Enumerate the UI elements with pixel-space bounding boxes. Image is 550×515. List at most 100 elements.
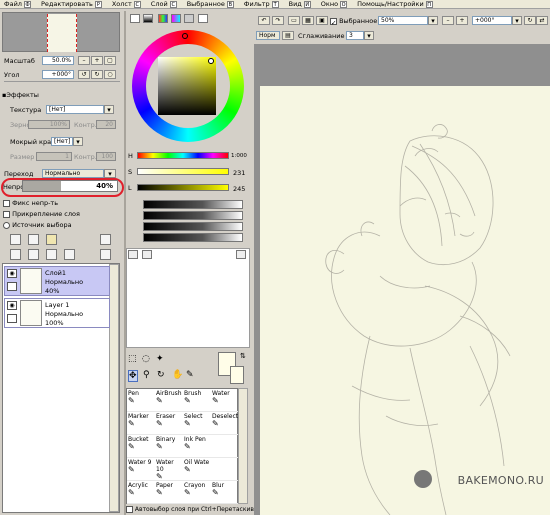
undo-button[interactable]: ↶ (258, 16, 270, 25)
canvas-zoom-out-button[interactable]: – (442, 16, 454, 25)
zoom-reset-button[interactable]: ▢ (104, 56, 116, 65)
swatch-add-icon[interactable] (128, 250, 138, 259)
value-slider[interactable] (137, 184, 229, 191)
menu-item[interactable]: Вид И (285, 0, 317, 8)
tool-slot[interactable]: Acrylic ✎ (127, 481, 155, 504)
saturation-slider[interactable] (137, 168, 229, 175)
size-slider[interactable]: 1 (36, 152, 72, 161)
preserve-opacity-row[interactable]: Фикс непр-ть (3, 199, 58, 207)
grain-slider[interactable]: 100% (28, 120, 70, 129)
mix-bar-4[interactable] (143, 233, 243, 242)
layer-mask-icon[interactable] (100, 234, 111, 245)
menu-item[interactable]: Фильтр Т (240, 0, 285, 8)
auto-select-checkbox[interactable] (126, 506, 133, 513)
merge-down-icon[interactable] (28, 249, 39, 260)
layer-settings-icon[interactable] (100, 249, 111, 260)
tool-slot[interactable]: Paper ✎ (155, 481, 183, 504)
tool-slot[interactable] (211, 458, 239, 481)
tool-slot[interactable]: Water ✎ (211, 389, 239, 412)
menu-item[interactable]: Слой С (147, 0, 183, 8)
stabilizer-mode-field[interactable]: Норм (256, 31, 280, 40)
menu-item[interactable]: Помощь/Настройки П (353, 0, 439, 8)
texture-select[interactable]: [Нет] (46, 105, 104, 114)
eye-icon[interactable]: ◉ (7, 301, 17, 310)
tool-slot[interactable]: Water 9 ✎ (127, 458, 155, 481)
new-folder-icon[interactable] (46, 234, 57, 245)
zoom-field[interactable]: 50.0% (42, 56, 74, 65)
canvas-angle-dropdown[interactable] (512, 16, 522, 25)
lock-icon[interactable] (7, 314, 17, 323)
mix-bar-2[interactable] (143, 211, 243, 220)
rgb-slider-mode-icon[interactable] (143, 14, 153, 23)
canvas-flip-button[interactable]: ⇄ (536, 16, 548, 25)
auto-select-row[interactable]: Автовыбор слоя при Ctrl+Перетаскивании (126, 506, 269, 513)
contrast-slider[interactable]: 20 (96, 120, 116, 129)
saturation-value-square[interactable] (158, 57, 216, 115)
swap-colors-icon[interactable]: ⇅ (240, 352, 246, 360)
angle-field[interactable]: +000° (42, 70, 74, 79)
canvas-rotate-button[interactable]: ↻ (524, 16, 536, 25)
secondary-color-swatch[interactable] (230, 366, 244, 384)
tool-slot[interactable]: Bucket ✎ (127, 435, 155, 458)
eye-icon[interactable]: ◉ (7, 269, 17, 278)
lasso-icon[interactable]: ◌ (142, 354, 150, 364)
layer-row[interactable]: ◉ Layer 1 Нормально 100% (4, 298, 110, 328)
smoothing-dropdown[interactable] (364, 31, 374, 40)
tool-slot[interactable]: Ink Pen ✎ (183, 435, 211, 458)
zoom-out-button[interactable]: – (78, 56, 90, 65)
angle-reset-button[interactable]: ○ (104, 70, 116, 79)
new-linework-layer-icon[interactable] (28, 234, 39, 245)
palette-mode-icon[interactable] (171, 14, 181, 23)
hue-picker-handle[interactable] (182, 33, 188, 39)
menu-item[interactable]: Окно О (317, 0, 353, 8)
contrast2-slider[interactable]: 100 (96, 152, 116, 161)
show-selection-checkbox[interactable]: ✓ (330, 17, 337, 27)
deselect-button[interactable]: ▭ (288, 16, 300, 25)
lock-icon[interactable] (7, 282, 17, 291)
hsv-slider-mode-icon[interactable] (158, 14, 168, 23)
texture-dropdown-button[interactable] (104, 105, 114, 114)
menu-item[interactable]: Редактировать Р (37, 0, 108, 8)
navigator-preview[interactable] (2, 12, 120, 52)
canvas-zoom-field[interactable]: 50% (378, 16, 428, 25)
crop-button[interactable]: ▦ (302, 16, 314, 25)
move-icon[interactable]: ✥ (128, 370, 138, 382)
menu-item[interactable]: Выбранное В (183, 0, 240, 8)
new-layer-icon[interactable] (10, 234, 21, 245)
rotate-icon[interactable]: ↻ (157, 370, 165, 380)
menu-item[interactable]: Файл Ф (0, 0, 37, 8)
tool-slot[interactable] (211, 435, 239, 458)
canvas-angle-field[interactable]: +000° (472, 16, 512, 25)
tool-slot[interactable]: Pen ✎ (127, 389, 155, 412)
tool-slot[interactable]: Blur ✎ (211, 481, 239, 504)
scratchpad-mode-icon[interactable] (198, 14, 208, 23)
tool-slot[interactable]: Eraser ✎ (155, 412, 183, 435)
tool-slot[interactable]: Marker ✎ (127, 412, 155, 435)
mix-bar-3[interactable] (143, 222, 243, 231)
mix-bar-1[interactable] (143, 200, 243, 209)
tool-slot[interactable]: Oil Wate ✎ (183, 458, 211, 481)
rotate-right-button[interactable]: ↻ (91, 70, 103, 79)
sv-picker-handle[interactable] (208, 58, 214, 64)
wet-edge-dropdown-button[interactable] (73, 137, 83, 146)
clip-layer-checkbox[interactable] (3, 210, 10, 218)
blend-mode-dropdown-button[interactable] (104, 169, 116, 178)
tool-slot[interactable]: AirBrush ✎ (155, 389, 183, 412)
delete-layer-icon[interactable] (64, 249, 75, 260)
opacity-slider[interactable]: 40% (22, 180, 118, 192)
clear-layer-icon[interactable] (46, 249, 57, 260)
effects-header[interactable]: ▪Эффекты (2, 91, 39, 99)
redo-button[interactable]: ↷ (272, 16, 284, 25)
drawing-canvas[interactable] (260, 86, 550, 515)
menu-item[interactable]: Холст С (108, 0, 147, 8)
transfer-down-icon[interactable] (10, 249, 21, 260)
color-wheel-mode-icon[interactable] (130, 14, 140, 23)
tool-slot[interactable]: Water 10 ✎ (155, 458, 183, 481)
zoom-in-button[interactable]: + (91, 56, 103, 65)
clip-layer-row[interactable]: Прикрепление слоя (3, 210, 80, 218)
canvas-zoom-in-button[interactable]: + (456, 16, 468, 25)
swatch-mode-icon[interactable] (184, 14, 194, 23)
layer-row[interactable]: ◉ Слой1 Нормально 40% (4, 266, 110, 296)
tool-slot[interactable]: Binary ✎ (155, 435, 183, 458)
wet-edge-select[interactable]: [Нет] (51, 137, 73, 146)
